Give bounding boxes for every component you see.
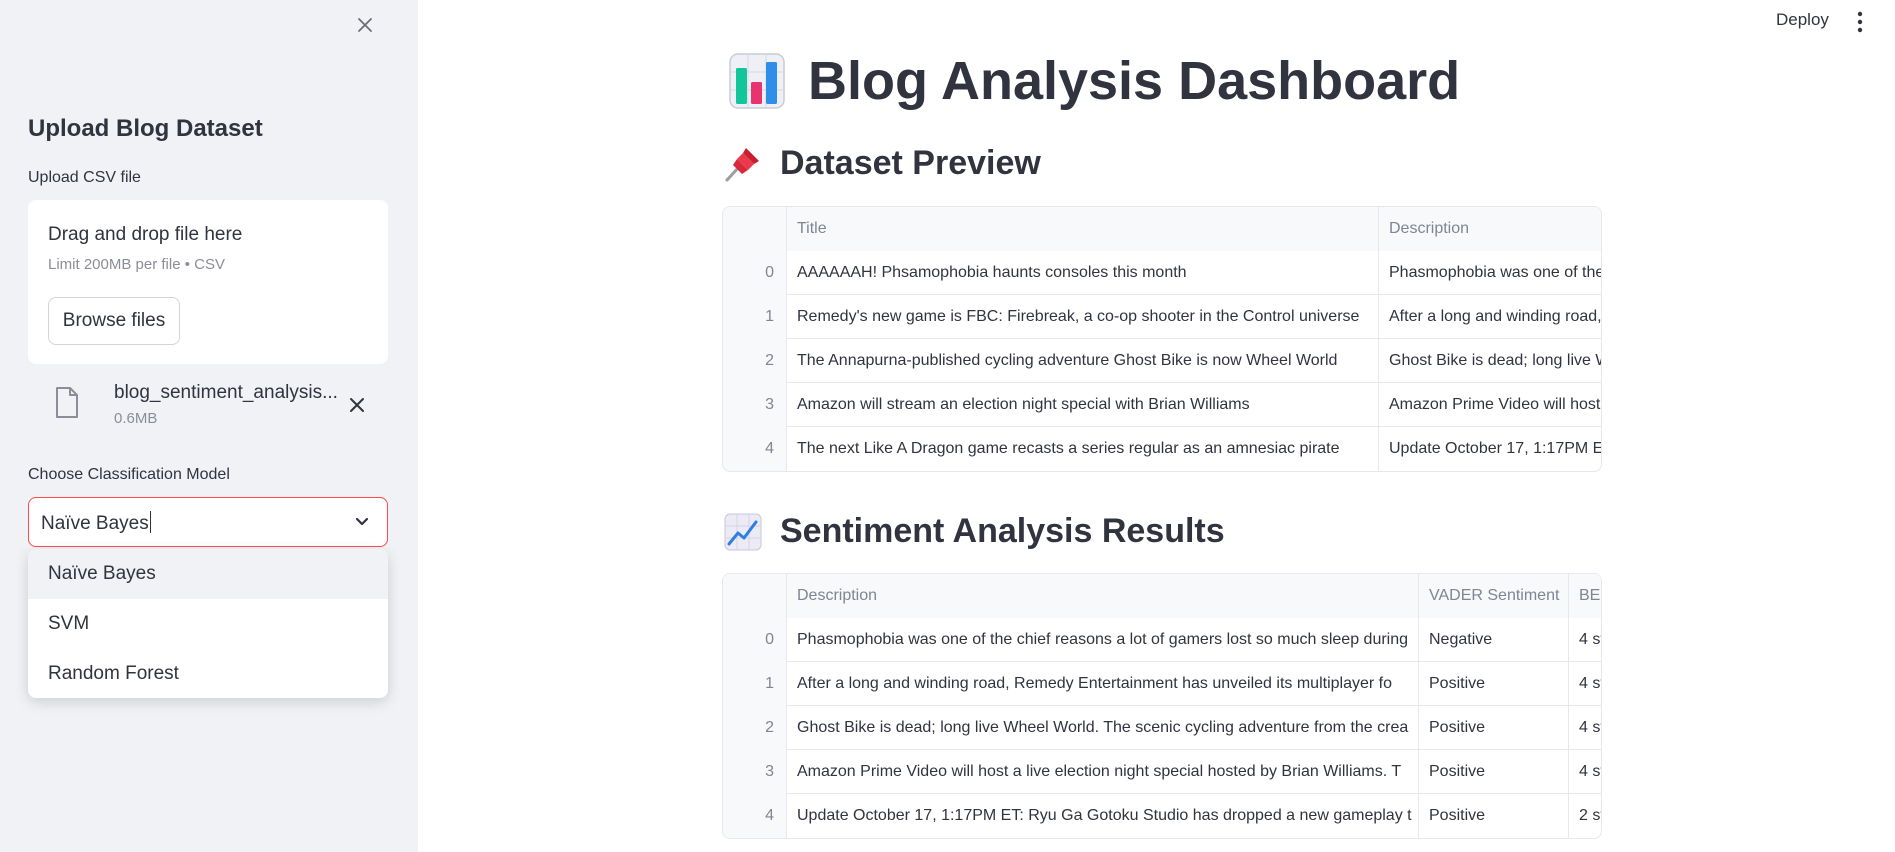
table-header-row: Description VADER Sentiment BEF xyxy=(723,574,1601,618)
table-cell[interactable]: After a long and winding road, Remedy En… xyxy=(787,662,1419,706)
table-cell[interactable]: Positive xyxy=(1419,706,1569,750)
model-select-value: Naïve Bayes xyxy=(41,511,152,535)
table-cell[interactable]: Amazon will stream an election night spe… xyxy=(787,383,1379,427)
table-cell[interactable]: 4 st xyxy=(1569,662,1601,706)
table-row: 4 The next Like A Dragon game recasts a … xyxy=(723,427,1601,471)
table-row: 3 Amazon will stream an election night s… xyxy=(723,383,1601,427)
table-row: 2 The Annapurna-published cycling advent… xyxy=(723,339,1601,383)
table-cell[interactable]: Positive xyxy=(1419,750,1569,794)
file-size: 0.6MB xyxy=(114,410,158,427)
table-cell[interactable]: 4 st xyxy=(1569,618,1601,662)
row-index: 1 xyxy=(723,295,787,339)
page-title-text: Blog Analysis Dashboard xyxy=(808,51,1461,111)
table-cell[interactable]: 2 st xyxy=(1569,794,1601,838)
table-cell[interactable]: Amazon Prime Video will host a live elec… xyxy=(787,750,1419,794)
page-title: Blog Analysis Dashboard xyxy=(728,50,1460,112)
dropzone-limit: Limit 200MB per file • CSV xyxy=(48,256,225,273)
header-cell[interactable]: BEF xyxy=(1569,574,1601,618)
table-header-row: Title Description xyxy=(723,207,1601,251)
table-cell[interactable]: Remedy's new game is FBC: Firebreak, a c… xyxy=(787,295,1379,339)
row-index: 3 xyxy=(723,750,787,794)
table-cell[interactable]: Ghost Bike is dead; long live Wheel Worl… xyxy=(787,706,1419,750)
sidebar: Upload Blog Dataset Upload CSV file Drag… xyxy=(0,0,418,852)
header-cell xyxy=(723,207,787,251)
preview-heading: Dataset Preview xyxy=(724,144,1041,183)
table-row: 3 Amazon Prime Video will host a live el… xyxy=(723,750,1601,794)
file-dropzone[interactable]: Drag and drop file here Limit 200MB per … xyxy=(28,200,388,364)
chevron-down-icon xyxy=(355,517,369,526)
table-row: 0 AAAAAAH! Phsamophobia haunts consoles … xyxy=(723,251,1601,295)
file-icon xyxy=(56,387,78,418)
table-row: 1 After a long and winding road, Remedy … xyxy=(723,662,1601,706)
results-heading: Sentiment Analysis Results xyxy=(724,512,1225,551)
row-index: 4 xyxy=(723,427,787,471)
menu-item-svm[interactable]: SVM xyxy=(28,599,388,649)
model-select[interactable]: Naïve Bayes xyxy=(28,497,388,547)
table-cell[interactable]: AAAAAAH! Phsamophobia haunts consoles th… xyxy=(787,251,1379,295)
results-table[interactable]: Description VADER Sentiment BEF 0 Phasmo… xyxy=(722,573,1602,839)
table-cell[interactable]: Amazon Prime Video will host xyxy=(1379,383,1601,427)
row-index: 1 xyxy=(723,662,787,706)
deploy-button[interactable]: Deploy xyxy=(1776,10,1829,30)
header-cell[interactable]: Description xyxy=(1379,207,1601,251)
uploaded-file: blog_sentiment_analysis... 0.6MB xyxy=(28,378,388,434)
close-icon xyxy=(358,18,372,32)
header-cell[interactable]: Title xyxy=(787,207,1379,251)
header-cell[interactable]: Description xyxy=(787,574,1419,618)
app: Upload Blog Dataset Upload CSV file Drag… xyxy=(0,0,1895,852)
table-cell[interactable]: Update October 17, 1:17PM ET xyxy=(1379,427,1601,471)
row-index: 4 xyxy=(723,794,787,838)
sidebar-heading: Upload Blog Dataset xyxy=(28,115,263,142)
table-cell[interactable]: 4 st xyxy=(1569,750,1601,794)
preview-table[interactable]: Title Description 0 AAAAAAH! Phsamophobi… xyxy=(722,206,1602,472)
close-sidebar-button[interactable] xyxy=(352,12,378,38)
bar-chart-icon xyxy=(729,53,785,109)
table-cell[interactable]: Phasmophobia was one of the xyxy=(1379,251,1601,295)
header-cell xyxy=(723,574,787,618)
table-row: 1 Remedy's new game is FBC: Firebreak, a… xyxy=(723,295,1601,339)
pushpin-icon xyxy=(725,147,759,181)
model-label: Choose Classification Model xyxy=(28,466,230,483)
table-cell[interactable]: The next Like A Dragon game recasts a se… xyxy=(787,427,1379,471)
browse-files-button[interactable]: Browse files xyxy=(48,297,180,345)
row-index: 3 xyxy=(723,383,787,427)
more-menu-icon[interactable] xyxy=(1852,10,1868,34)
table-cell[interactable]: Positive xyxy=(1419,794,1569,838)
menu-item-random-forest[interactable]: Random Forest xyxy=(28,649,388,698)
preview-title: Dataset Preview xyxy=(780,144,1041,182)
table-cell[interactable]: Update October 17, 1:17PM ET: Ryu Ga Got… xyxy=(787,794,1419,838)
menu-item-naive-bayes[interactable]: Naïve Bayes xyxy=(28,549,388,599)
table-cell[interactable]: Phasmophobia was one of the chief reason… xyxy=(787,618,1419,662)
results-title: Sentiment Analysis Results xyxy=(780,512,1225,550)
chart-increasing-icon xyxy=(724,513,762,550)
model-dropdown-menu: Naïve Bayes SVM Random Forest xyxy=(28,549,388,698)
file-name: blog_sentiment_analysis... xyxy=(114,382,338,403)
row-index: 0 xyxy=(723,618,787,662)
table-row: 4 Update October 17, 1:17PM ET: Ryu Ga G… xyxy=(723,794,1601,838)
close-icon xyxy=(350,398,364,412)
table-cell[interactable]: After a long and winding road, xyxy=(1379,295,1601,339)
row-index: 0 xyxy=(723,251,787,295)
header-cell[interactable]: VADER Sentiment xyxy=(1419,574,1569,618)
table-cell[interactable]: 4 st xyxy=(1569,706,1601,750)
table-cell[interactable]: The Annapurna-published cycling adventur… xyxy=(787,339,1379,383)
table-cell[interactable]: Positive xyxy=(1419,662,1569,706)
table-cell[interactable]: Ghost Bike is dead; long live W xyxy=(1379,339,1601,383)
table-row: 2 Ghost Bike is dead; long live Wheel Wo… xyxy=(723,706,1601,750)
table-cell[interactable]: Negative xyxy=(1419,618,1569,662)
table-row: 0 Phasmophobia was one of the chief reas… xyxy=(723,618,1601,662)
remove-file-button[interactable] xyxy=(344,392,370,418)
dropzone-title: Drag and drop file here xyxy=(48,224,243,245)
row-index: 2 xyxy=(723,706,787,750)
upload-label: Upload CSV file xyxy=(28,169,141,186)
row-index: 2 xyxy=(723,339,787,383)
